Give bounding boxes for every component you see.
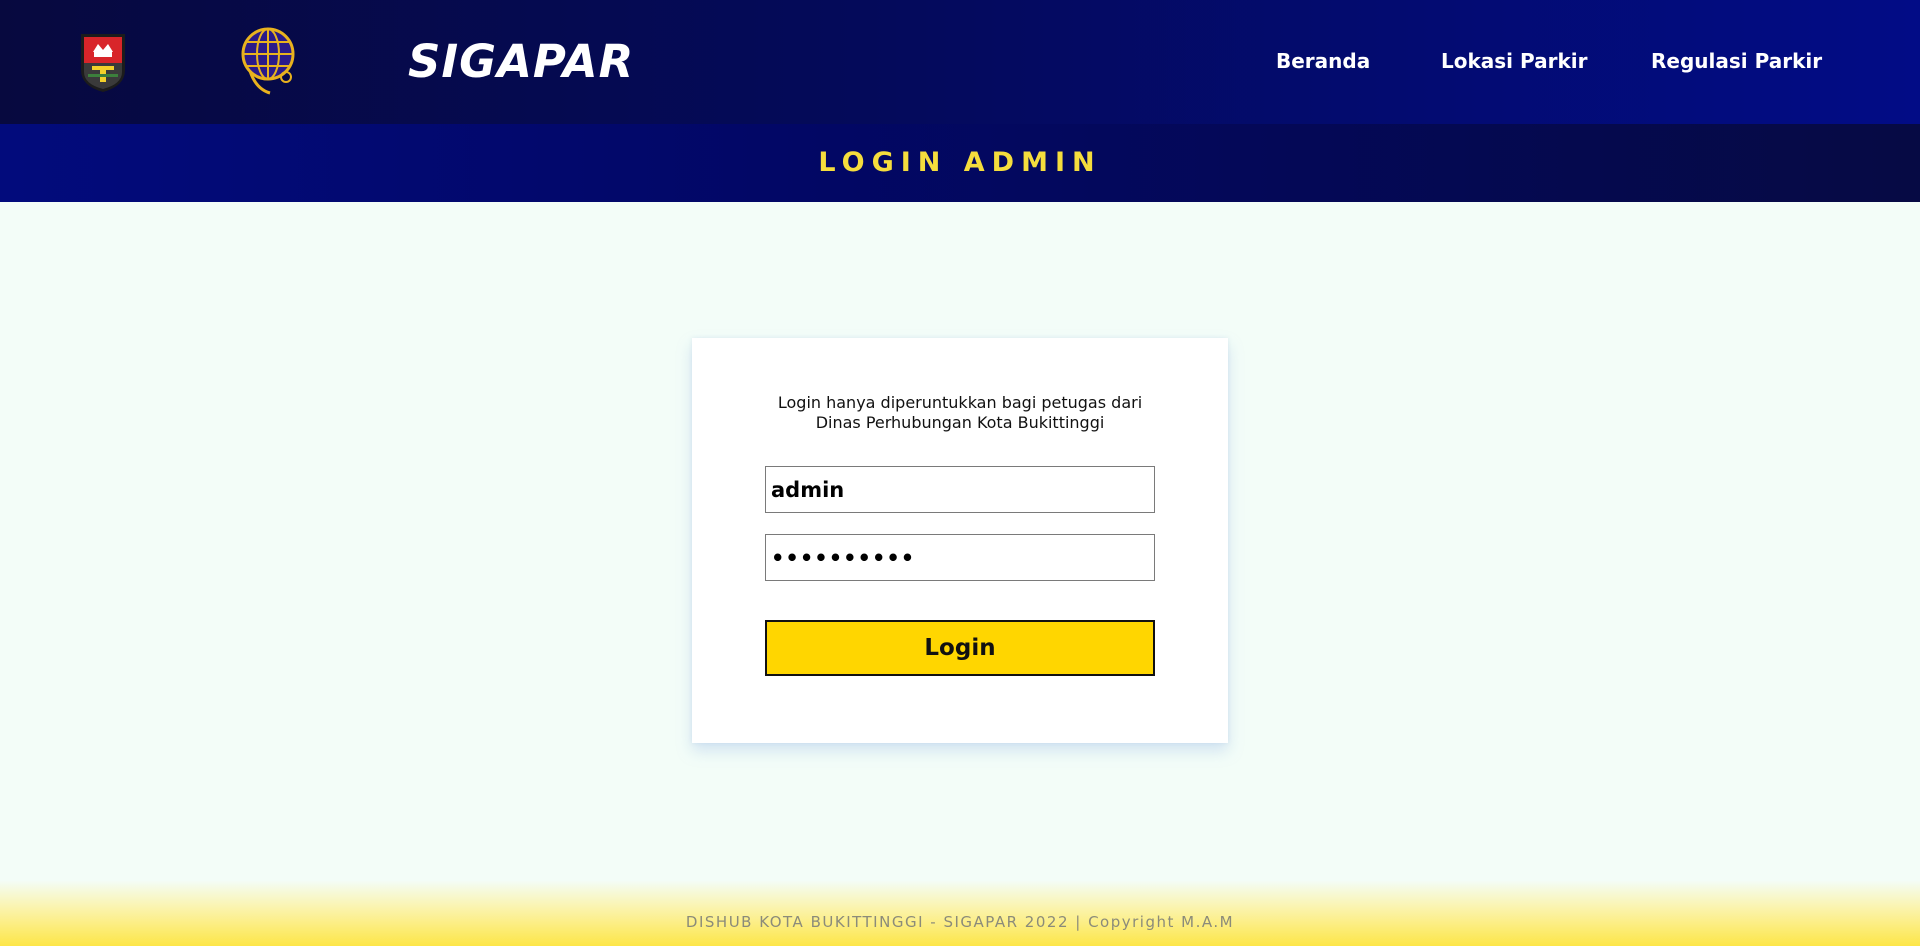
password-input[interactable] — [765, 534, 1155, 581]
nav-lokasi-parkir[interactable]: Lokasi Parkir — [1441, 48, 1588, 74]
footer-copyright: DISHUB KOTA BUKITTINGGI - SIGAPAR 2022 |… — [685, 913, 1235, 931]
dishub-globe-icon[interactable] — [240, 27, 296, 97]
notice-line-2: Dinas Perhubungan Kota Bukittinggi — [815, 413, 1105, 432]
page-title-band: LOGIN ADMIN — [0, 124, 1920, 202]
page-title: LOGIN ADMIN — [818, 147, 1102, 178]
crest-icon[interactable] — [78, 30, 128, 94]
brand-name[interactable]: SIGAPAR — [408, 34, 634, 90]
login-button[interactable]: Login — [765, 620, 1155, 676]
nav-regulasi-parkir[interactable]: Regulasi Parkir — [1651, 48, 1822, 74]
login-notice: Login hanya diperuntukkan bagi petugas d… — [732, 393, 1188, 433]
site-footer: DISHUB KOTA BUKITTINGGI - SIGAPAR 2022 |… — [0, 880, 1920, 946]
login-card: Login hanya diperuntukkan bagi petugas d… — [692, 338, 1228, 743]
site-header: SIGAPAR Beranda Lokasi Parkir Regulasi P… — [0, 0, 1920, 124]
notice-line-1: Login hanya diperuntukkan bagi petugas d… — [777, 393, 1143, 412]
username-input[interactable] — [765, 466, 1155, 513]
nav-beranda[interactable]: Beranda — [1276, 48, 1370, 74]
